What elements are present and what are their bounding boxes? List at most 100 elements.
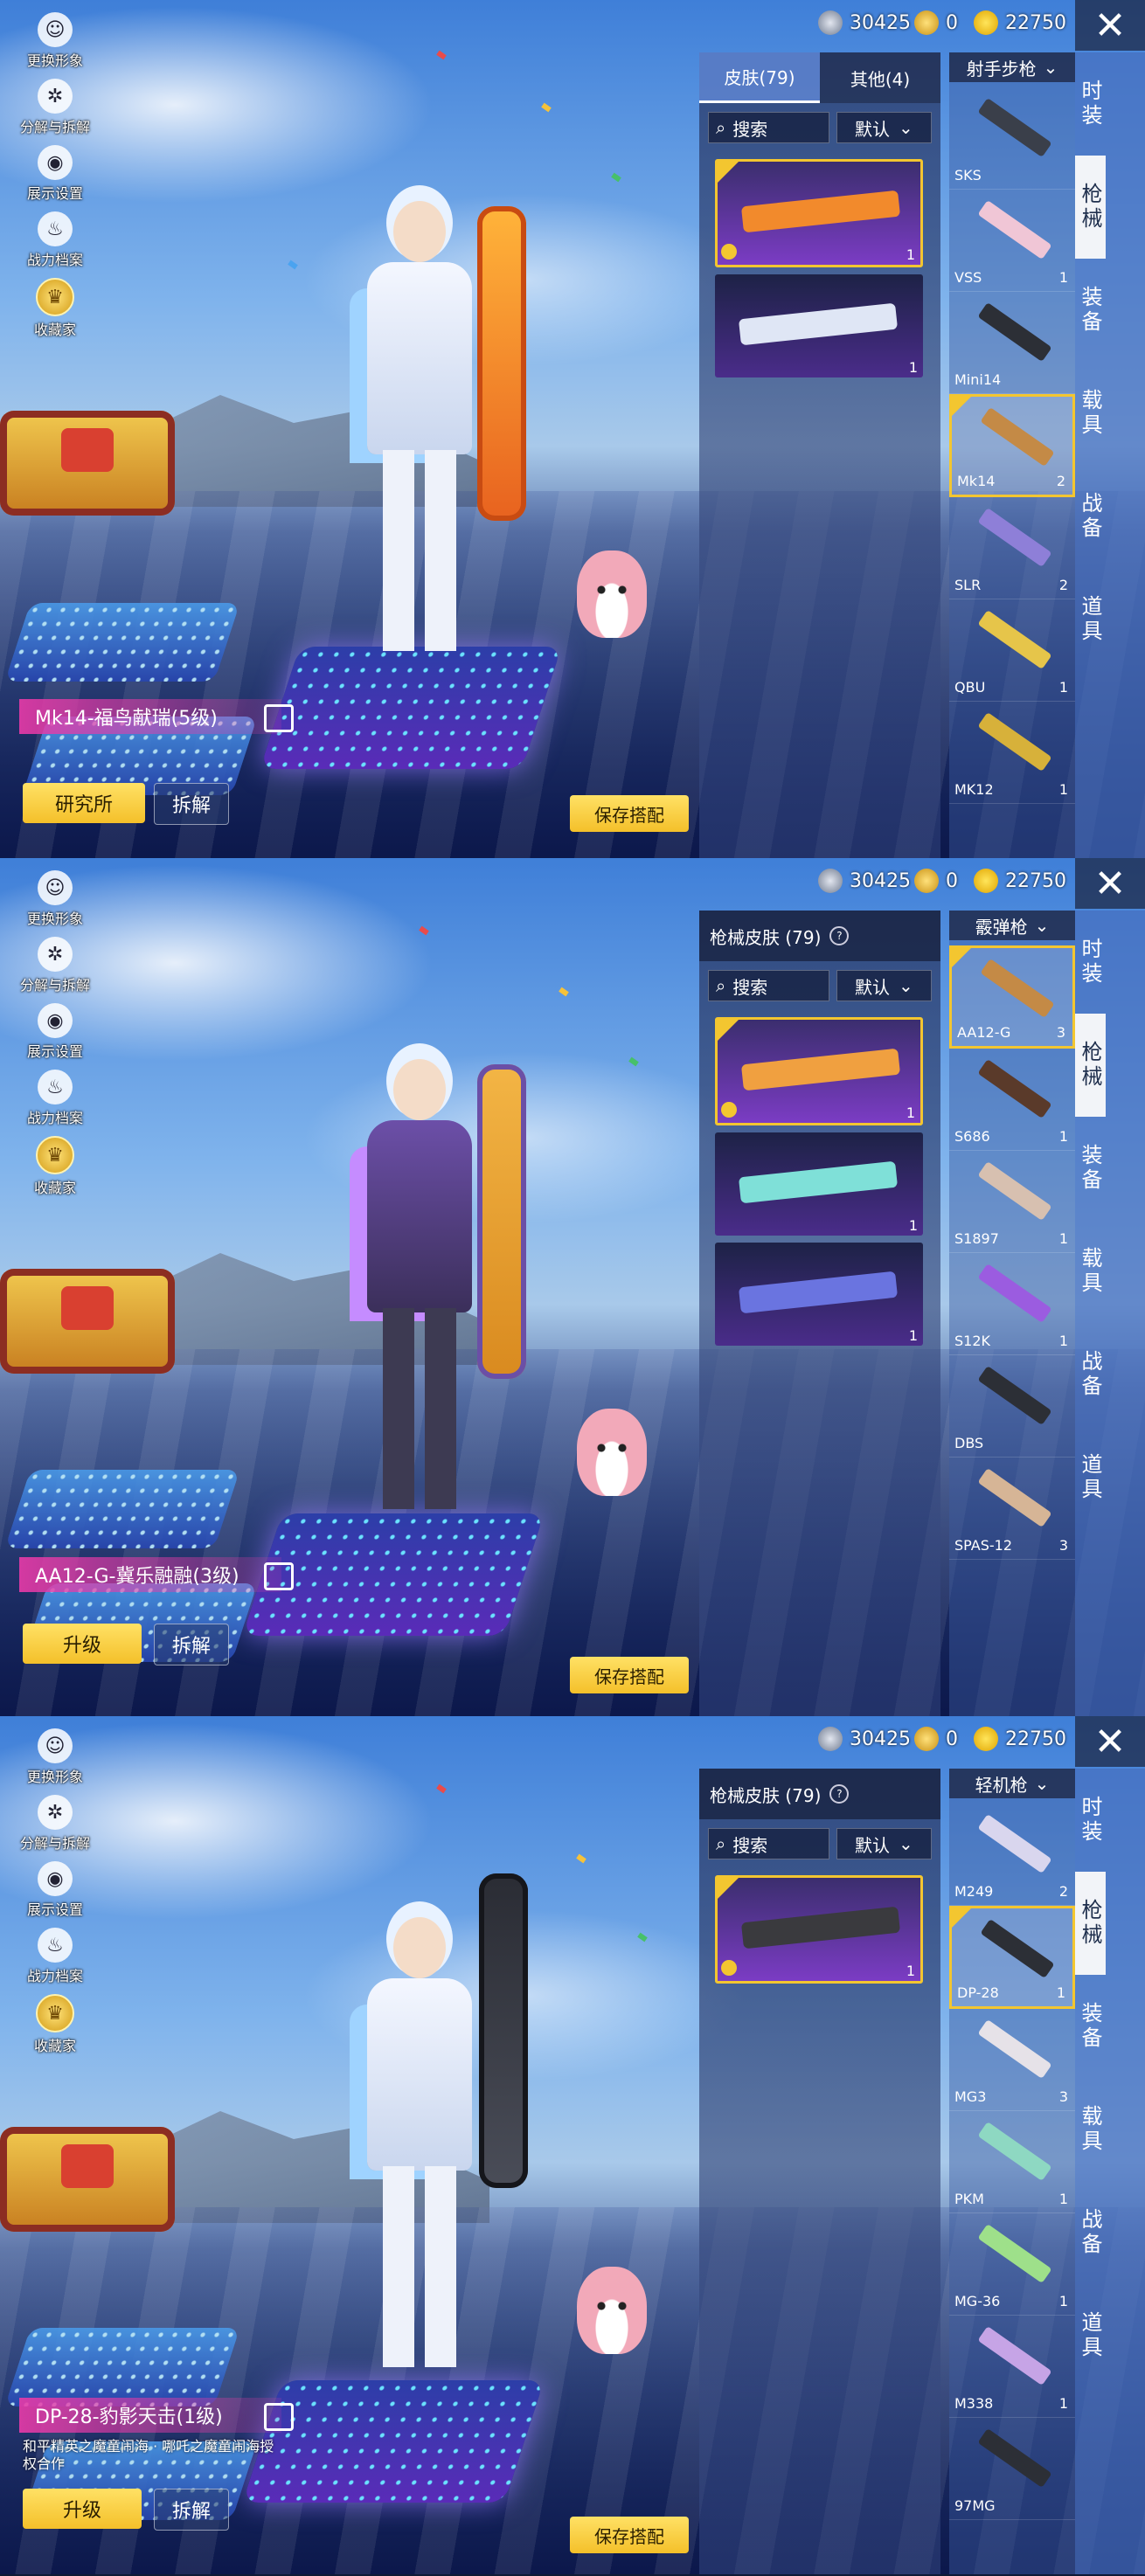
- category-fashion[interactable]: 时装: [1075, 52, 1106, 156]
- help-icon[interactable]: ?: [829, 926, 850, 945]
- save-outfit-button[interactable]: 保存搭配: [570, 1657, 689, 1693]
- weapon-item-s12k[interactable]: S12K 1: [949, 1253, 1075, 1355]
- category-fashion[interactable]: 时装: [1075, 911, 1106, 1014]
- weapon-item-97mg[interactable]: 97MG: [949, 2418, 1075, 2520]
- decompose-button[interactable]: ✲ 分解与拆解: [16, 79, 94, 145]
- weapon-item-slr[interactable]: SLR 2: [949, 497, 1075, 599]
- category-firearms[interactable]: 枪械: [1075, 1872, 1106, 1975]
- weapon-item-dp28[interactable]: DP-28 1: [949, 1906, 1075, 2009]
- category-combat[interactable]: 战备: [1075, 465, 1106, 568]
- collector-badge-icon: ♛: [36, 1136, 74, 1174]
- weapon-type-dropdown[interactable]: 轻机枪 ⌄: [949, 1769, 1075, 1798]
- close-button[interactable]: ✕: [1075, 858, 1145, 909]
- weapon-item-mk12[interactable]: MK12 1: [949, 702, 1075, 804]
- skin-card[interactable]: 1: [715, 1017, 923, 1125]
- close-icon: ✕: [1093, 1719, 1127, 1764]
- chevron-down-icon: ⌄: [1043, 57, 1058, 78]
- weapon-item-mg3[interactable]: MG3 3: [949, 2009, 1075, 2111]
- display-settings-button[interactable]: ◉ 展示设置: [16, 1003, 94, 1070]
- tab-skins[interactable]: 皮肤(79): [699, 52, 820, 103]
- research-button[interactable]: 研究所: [23, 783, 145, 823]
- close-button[interactable]: ✕: [1075, 1716, 1145, 1767]
- weapon-item-s1897[interactable]: S1897 1: [949, 1151, 1075, 1253]
- tab-other[interactable]: 其他(4): [820, 52, 940, 103]
- save-outfit-button[interactable]: 保存搭配: [570, 2517, 689, 2553]
- weapon-item-mg36[interactable]: MG-36 1: [949, 2213, 1075, 2316]
- change-appearance-button[interactable]: ☺ 更换形象: [16, 1728, 94, 1795]
- weapon-item-m249[interactable]: M249 2: [949, 1804, 1075, 1906]
- category-equipment[interactable]: 装备: [1075, 1117, 1106, 1220]
- decompose-button[interactable]: ✲ 分解与拆解: [16, 1795, 94, 1861]
- sort-dropdown[interactable]: 默认 ⌄: [836, 1828, 932, 1859]
- save-outfit-button[interactable]: 保存搭配: [570, 795, 689, 832]
- skin-card[interactable]: 1: [715, 1875, 923, 1984]
- skin-name-bar: AA12-G-冀乐融融(3级): [19, 1557, 294, 1592]
- skin-card[interactable]: 1: [715, 274, 923, 377]
- weapon-item-spas12[interactable]: SPAS-12 3: [949, 1458, 1075, 1560]
- share-icon[interactable]: [264, 704, 294, 732]
- share-icon[interactable]: [264, 2403, 294, 2431]
- category-items[interactable]: 道具: [1075, 568, 1106, 671]
- upgrade-button[interactable]: 升级: [23, 2489, 142, 2529]
- decompose-button[interactable]: ✲ 分解与拆解: [16, 937, 94, 1003]
- stage-pad-small: [4, 1470, 240, 1548]
- collector-badge-icon: ♛: [36, 278, 74, 316]
- category-vehicles[interactable]: 载具: [1075, 2078, 1106, 2181]
- category-firearms[interactable]: 枪械: [1075, 156, 1106, 259]
- search-button[interactable]: ⌕ 搜索: [708, 970, 829, 1001]
- power-profile-button[interactable]: ♨ 战力档案: [16, 1070, 94, 1136]
- share-icon[interactable]: [264, 1562, 294, 1590]
- weapon-item-dbs[interactable]: DBS: [949, 1355, 1075, 1458]
- weapon-list: 射手步枪 ⌄ SKS VSS 1 Mini14 Mk14 2 SLR 2 QBU 1 MK…: [949, 52, 1075, 858]
- weapon-item-vss[interactable]: VSS 1: [949, 190, 1075, 292]
- upgrade-button[interactable]: 升级: [23, 1624, 142, 1664]
- power-profile-button[interactable]: ♨ 战力档案: [16, 211, 94, 278]
- equipped-check-icon: [718, 162, 739, 183]
- category-equipment[interactable]: 装备: [1075, 259, 1106, 362]
- weapon-item-mk14[interactable]: Mk14 2: [949, 394, 1075, 497]
- dismantle-button[interactable]: 拆解: [154, 2489, 229, 2531]
- chevron-down-icon: ⌄: [1034, 1773, 1050, 1794]
- character-model: [350, 201, 489, 655]
- search-button[interactable]: ⌕ 搜索: [708, 112, 829, 143]
- dismantle-button[interactable]: 拆解: [154, 1624, 229, 1665]
- display-settings-button[interactable]: ◉ 展示设置: [16, 1861, 94, 1928]
- sort-dropdown[interactable]: 默认 ⌄: [836, 970, 932, 1001]
- close-button[interactable]: ✕: [1075, 0, 1145, 51]
- collector-button[interactable]: ♛ 收藏家: [16, 278, 94, 344]
- weapon-item-pkm[interactable]: PKM 1: [949, 2111, 1075, 2213]
- collector-button[interactable]: ♛ 收藏家: [16, 1136, 94, 1202]
- weapon-image: [977, 199, 1052, 260]
- category-combat[interactable]: 战备: [1075, 1323, 1106, 1426]
- skin-card[interactable]: 1: [715, 1132, 923, 1236]
- weapon-item-m338[interactable]: M338 1: [949, 2316, 1075, 2418]
- skin-card[interactable]: 1: [715, 1243, 923, 1346]
- skin-card[interactable]: 1: [715, 159, 923, 267]
- category-vehicles[interactable]: 载具: [1075, 1220, 1106, 1323]
- change-appearance-button[interactable]: ☺ 更换形象: [16, 12, 94, 79]
- weapon-item-s686[interactable]: S686 1: [949, 1049, 1075, 1151]
- help-icon[interactable]: ?: [829, 1784, 850, 1804]
- weapon-type-dropdown[interactable]: 霰弹枪 ⌄: [949, 911, 1075, 940]
- weapon-item-sks[interactable]: SKS: [949, 87, 1075, 190]
- search-button[interactable]: ⌕ 搜索: [708, 1828, 829, 1859]
- category-firearms[interactable]: 枪械: [1075, 1014, 1106, 1117]
- category-items[interactable]: 道具: [1075, 1426, 1106, 1529]
- weapon-item-qbu[interactable]: QBU 1: [949, 599, 1075, 702]
- weapon-image: [980, 1918, 1055, 1979]
- character-outfit: [367, 262, 472, 454]
- category-items[interactable]: 道具: [1075, 2284, 1106, 2387]
- sort-dropdown[interactable]: 默认 ⌄: [836, 112, 932, 143]
- weapon-item-aa12g[interactable]: AA12-G 3: [949, 945, 1075, 1049]
- power-profile-button[interactable]: ♨ 战力档案: [16, 1928, 94, 1994]
- weapon-item-mini14[interactable]: Mini14: [949, 292, 1075, 394]
- category-combat[interactable]: 战备: [1075, 2181, 1106, 2284]
- change-appearance-button[interactable]: ☺ 更换形象: [16, 870, 94, 937]
- category-fashion[interactable]: 时装: [1075, 1769, 1106, 1872]
- collector-button[interactable]: ♛ 收藏家: [16, 1994, 94, 2060]
- category-equipment[interactable]: 装备: [1075, 1975, 1106, 2078]
- weapon-type-dropdown[interactable]: 射手步枪 ⌄: [949, 52, 1075, 82]
- display-settings-button[interactable]: ◉ 展示设置: [16, 145, 94, 211]
- category-vehicles[interactable]: 载具: [1075, 362, 1106, 465]
- dismantle-button[interactable]: 拆解: [154, 783, 229, 825]
